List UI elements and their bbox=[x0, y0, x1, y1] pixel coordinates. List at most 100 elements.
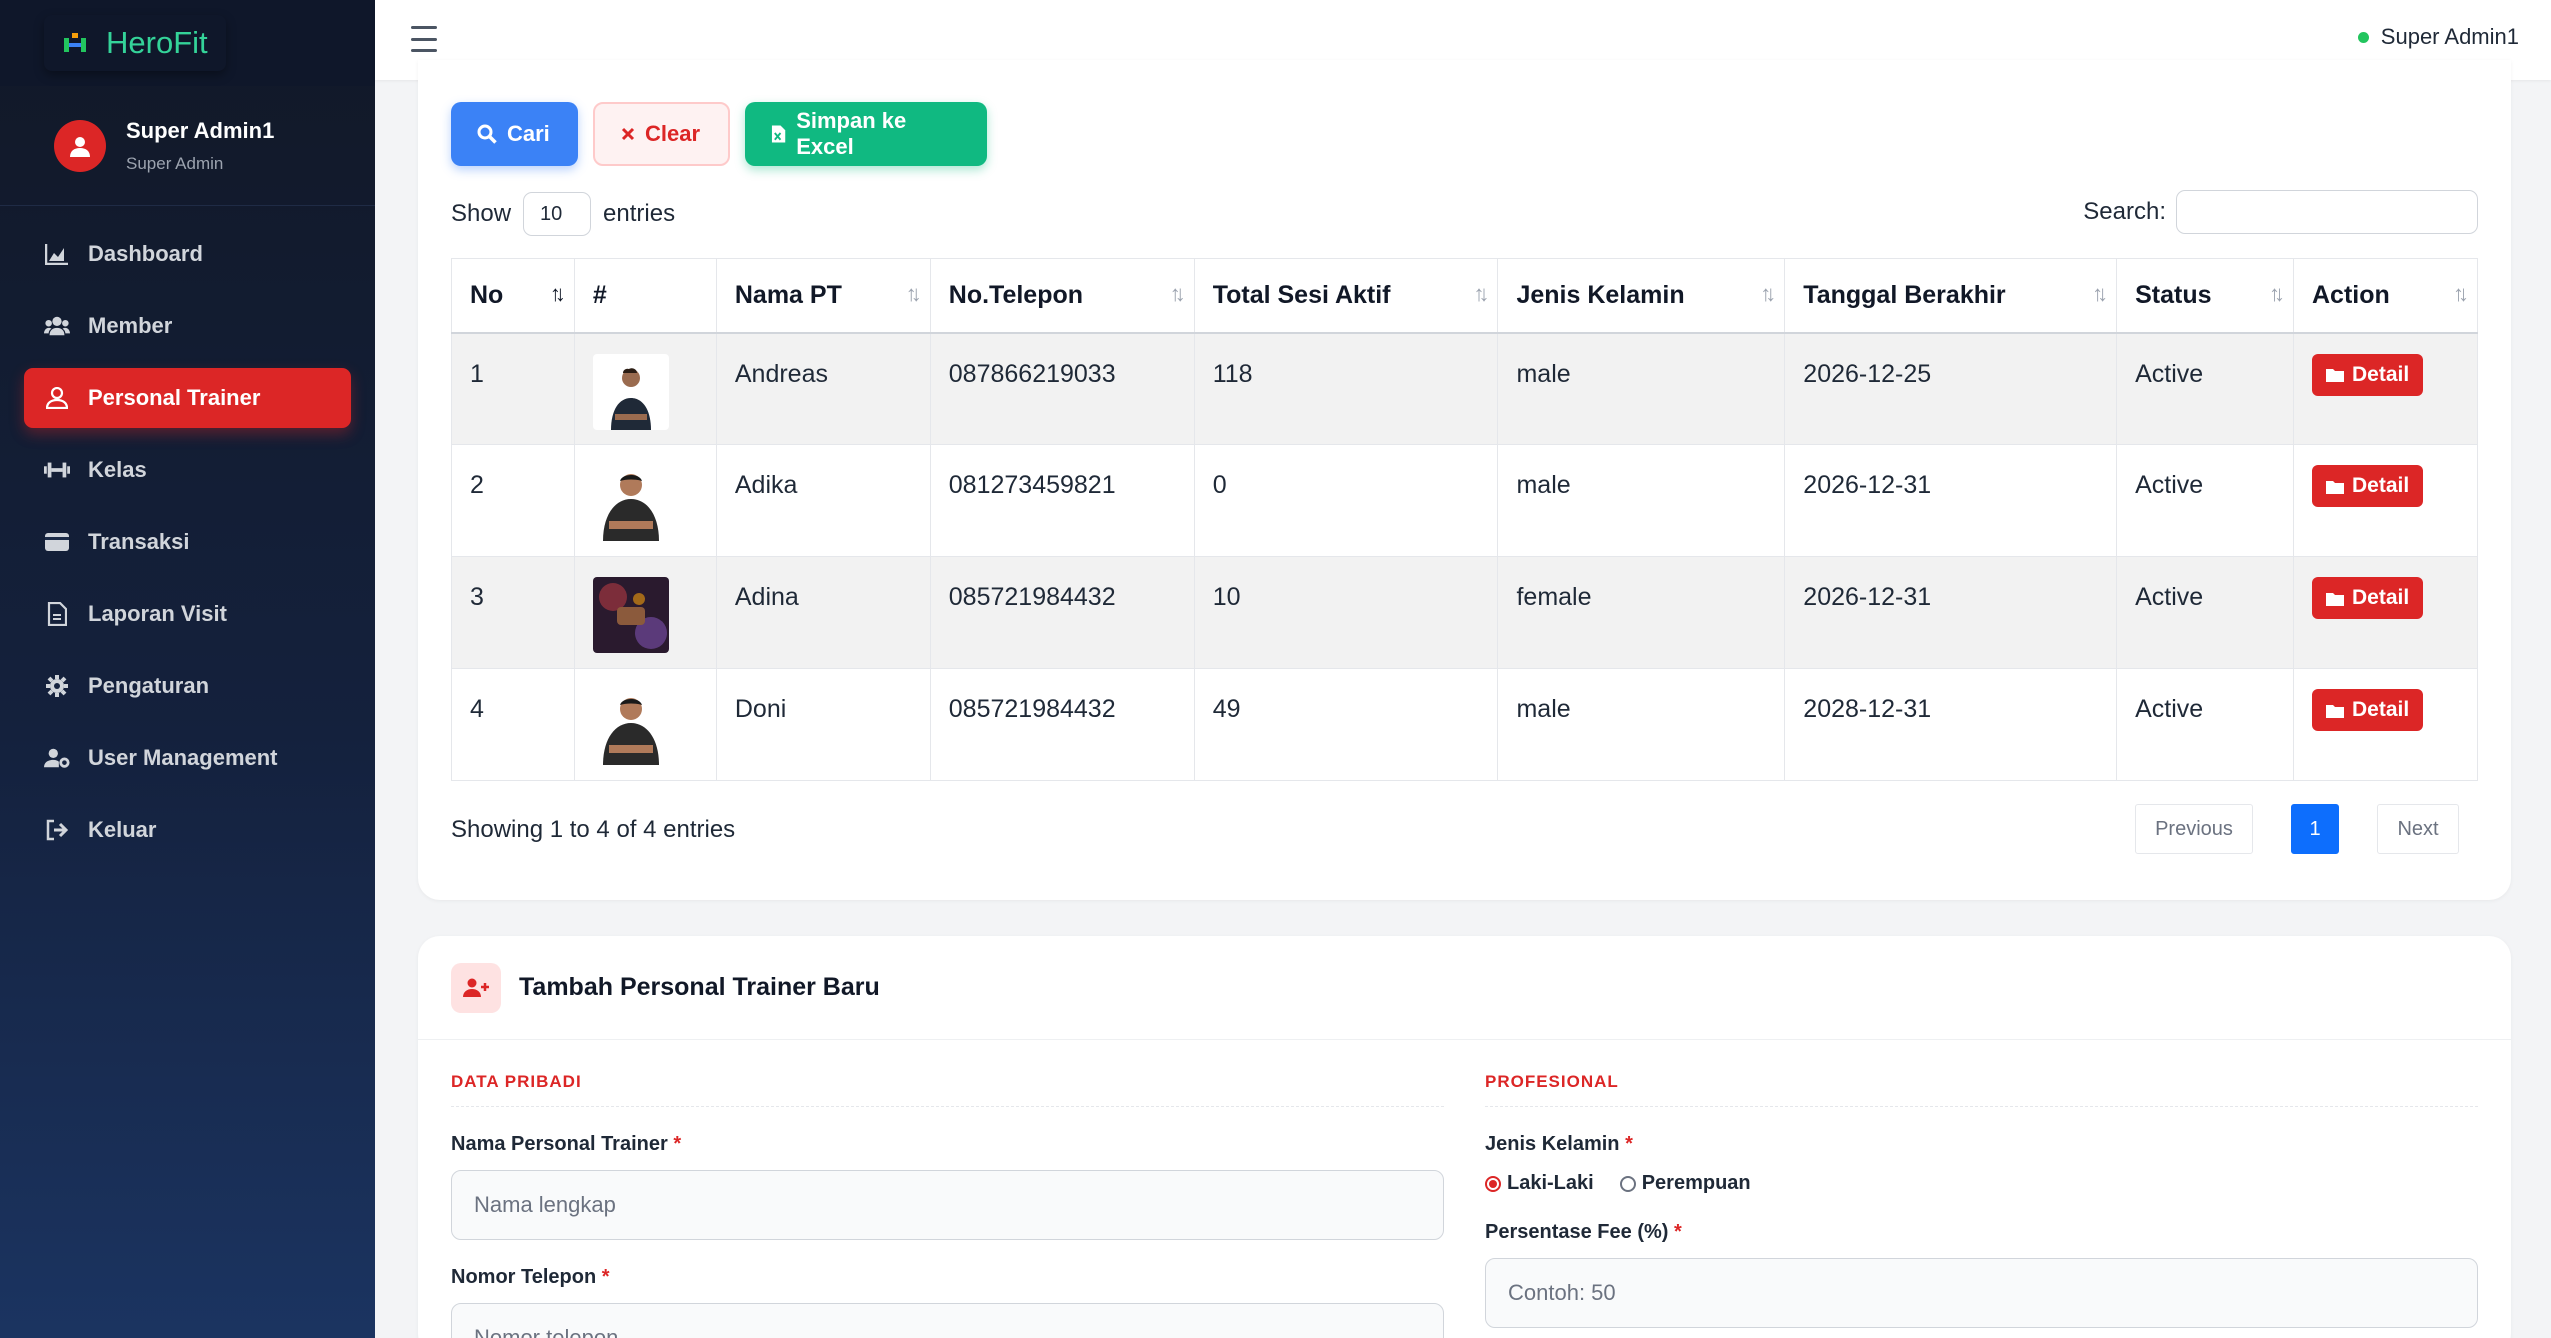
sidebar-item-label: Kelas bbox=[88, 457, 147, 482]
topbar-user-name: Super Admin1 bbox=[2380, 24, 2519, 49]
radio-checked-icon bbox=[1485, 1175, 1501, 1192]
phone-input[interactable]: Nomor telepon bbox=[451, 1303, 1444, 1338]
cell-action: Detail bbox=[2293, 556, 2478, 669]
detail-button-label: Detail bbox=[2352, 698, 2410, 721]
gender-radio-group: Laki-Laki Perempuan bbox=[1485, 1172, 2478, 1195]
table-row: 1 Andreas 087866219033 118 male 2026-12-… bbox=[451, 332, 2478, 445]
col-label: Action bbox=[2312, 280, 2390, 309]
cell-sesi: 0 bbox=[1193, 444, 1499, 557]
pagination-next[interactable]: Next bbox=[2377, 804, 2459, 854]
sidebar-item-transaksi[interactable]: Transaksi bbox=[24, 512, 351, 572]
col-label: No.Telepon bbox=[948, 280, 1084, 309]
sidebar-item-keluar[interactable]: Keluar bbox=[24, 800, 351, 860]
folder-icon bbox=[2326, 592, 2344, 606]
sidebar-nav: Dashboard Member Personal Trainer Kelas … bbox=[0, 206, 375, 860]
topbar-user[interactable]: Super Admin1 bbox=[2357, 24, 2519, 50]
col-header-sesi[interactable]: Total Sesi Aktif ↑↓ bbox=[1193, 258, 1499, 334]
sidebar-user-role: Super Admin bbox=[126, 153, 224, 173]
cell-no: 1 bbox=[451, 332, 575, 445]
export-excel-button[interactable]: Simpan ke Excel bbox=[745, 102, 987, 166]
herofit-logo-icon bbox=[64, 33, 86, 52]
folder-icon bbox=[2326, 704, 2344, 718]
brand-bar: HeroFit bbox=[0, 0, 375, 86]
required-mark: * bbox=[673, 1133, 682, 1155]
trainer-photo[interactable] bbox=[592, 577, 669, 653]
trainer-photo[interactable] bbox=[592, 353, 669, 430]
cell-tanggal: 2026-12-25 bbox=[1784, 332, 2118, 445]
file-excel-icon bbox=[771, 125, 786, 143]
sidebar-item-user-management[interactable]: User Management bbox=[24, 728, 351, 788]
col-header-status[interactable]: Status ↑↓ bbox=[2116, 258, 2294, 334]
chart-area-icon bbox=[44, 241, 70, 267]
cell-status: Active bbox=[2116, 556, 2294, 669]
clear-button[interactable]: Clear bbox=[593, 102, 730, 166]
sort-icon: ↑↓ bbox=[2092, 281, 2108, 306]
gender-female-radio[interactable]: Perempuan bbox=[1619, 1172, 1751, 1195]
col-header-action[interactable]: Action ↑↓ bbox=[2293, 258, 2478, 334]
col-header-tanggal[interactable]: Tanggal Berakhir ↑↓ bbox=[1784, 258, 2118, 334]
gender-male-radio[interactable]: Laki-Laki bbox=[1485, 1172, 1594, 1195]
col-header-no[interactable]: No ↑↓ bbox=[451, 258, 575, 334]
search-button[interactable]: Cari bbox=[451, 102, 578, 166]
sidebar-item-dashboard[interactable]: Dashboard bbox=[24, 224, 351, 284]
col-label: No bbox=[470, 280, 504, 309]
search-icon bbox=[477, 124, 497, 144]
cell-telepon: 087866219033 bbox=[929, 332, 1195, 445]
sidebar-item-member[interactable]: Member bbox=[24, 296, 351, 356]
sidebar-item-label: User Management bbox=[88, 745, 278, 770]
page-length-select[interactable]: 10 bbox=[523, 192, 592, 236]
cell-tanggal: 2026-12-31 bbox=[1784, 444, 2118, 557]
sort-icon: ↑↓ bbox=[1760, 281, 1776, 306]
sidebar-item-pengaturan[interactable]: Pengaturan bbox=[24, 656, 351, 716]
user-icon bbox=[44, 385, 70, 411]
trainer-name-input[interactable]: Nama lengkap bbox=[451, 1170, 1444, 1240]
detail-button[interactable]: Detail bbox=[2312, 353, 2424, 396]
required-mark: * bbox=[1673, 1221, 1682, 1243]
cell-jenis-kelamin: male bbox=[1497, 444, 1786, 557]
cell-nama: Andreas bbox=[715, 332, 931, 445]
detail-button[interactable]: Detail bbox=[2312, 689, 2424, 731]
detail-button[interactable]: Detail bbox=[2312, 577, 2424, 619]
trainer-photo[interactable] bbox=[592, 689, 669, 765]
online-status-dot bbox=[2357, 31, 2369, 43]
sort-asc-icon: ↑↓ bbox=[549, 281, 566, 306]
col-header-jenis-kelamin[interactable]: Jenis Kelamin ↑↓ bbox=[1497, 258, 1786, 334]
trainer-photo[interactable] bbox=[592, 465, 669, 541]
cell-sesi: 10 bbox=[1193, 556, 1499, 669]
cell-status: Active bbox=[2116, 668, 2294, 781]
cell-jenis-kelamin: male bbox=[1497, 332, 1786, 445]
table-row: 2 Adika 081273459821 0 male 2026-12-31 A… bbox=[451, 444, 2478, 557]
brand-logo[interactable]: HeroFit bbox=[44, 15, 226, 71]
cell-nama: Adina bbox=[715, 556, 931, 669]
cell-sesi: 49 bbox=[1193, 668, 1499, 781]
col-header-telepon[interactable]: No.Telepon ↑↓ bbox=[929, 258, 1195, 334]
sidebar-item-label: Member bbox=[88, 313, 173, 338]
cell-nama: Adika bbox=[715, 444, 931, 557]
menu-toggle-icon[interactable] bbox=[411, 26, 437, 52]
table-search-input[interactable] bbox=[2176, 190, 2478, 234]
pagination-previous[interactable]: Previous bbox=[2135, 804, 2253, 854]
sidebar-item-personal-trainer[interactable]: Personal Trainer bbox=[24, 368, 351, 428]
sidebar-item-kelas[interactable]: Kelas bbox=[24, 440, 351, 500]
fee-percentage-input[interactable]: Contoh: 50 bbox=[1485, 1258, 2478, 1328]
folder-icon bbox=[2326, 369, 2344, 382]
cell-sesi: 118 bbox=[1193, 332, 1499, 445]
col-label: Nama PT bbox=[734, 280, 842, 309]
file-icon bbox=[44, 601, 70, 627]
cell-telepon: 085721984432 bbox=[929, 556, 1195, 669]
pagination-page-1[interactable]: 1 bbox=[2291, 804, 2339, 854]
brand-name: HeroFit bbox=[106, 25, 208, 60]
cell-nama: Doni bbox=[715, 668, 931, 781]
close-icon bbox=[621, 127, 635, 141]
detail-button[interactable]: Detail bbox=[2312, 465, 2424, 507]
user-plus-icon bbox=[451, 962, 501, 1013]
sidebar-item-laporan-visit[interactable]: Laporan Visit bbox=[24, 584, 351, 644]
search-button-label: Cari bbox=[507, 121, 550, 146]
detail-button-label: Detail bbox=[2352, 474, 2410, 497]
col-label: Tanggal Berakhir bbox=[1803, 280, 2006, 309]
page-length-control: Show 10 entries bbox=[451, 192, 675, 236]
label-text: Nama Personal Trainer bbox=[451, 1133, 668, 1155]
cell-telepon: 081273459821 bbox=[929, 444, 1195, 557]
col-header-nama-pt[interactable]: Nama PT ↑↓ bbox=[715, 258, 931, 334]
cell-jenis-kelamin: male bbox=[1497, 668, 1786, 781]
